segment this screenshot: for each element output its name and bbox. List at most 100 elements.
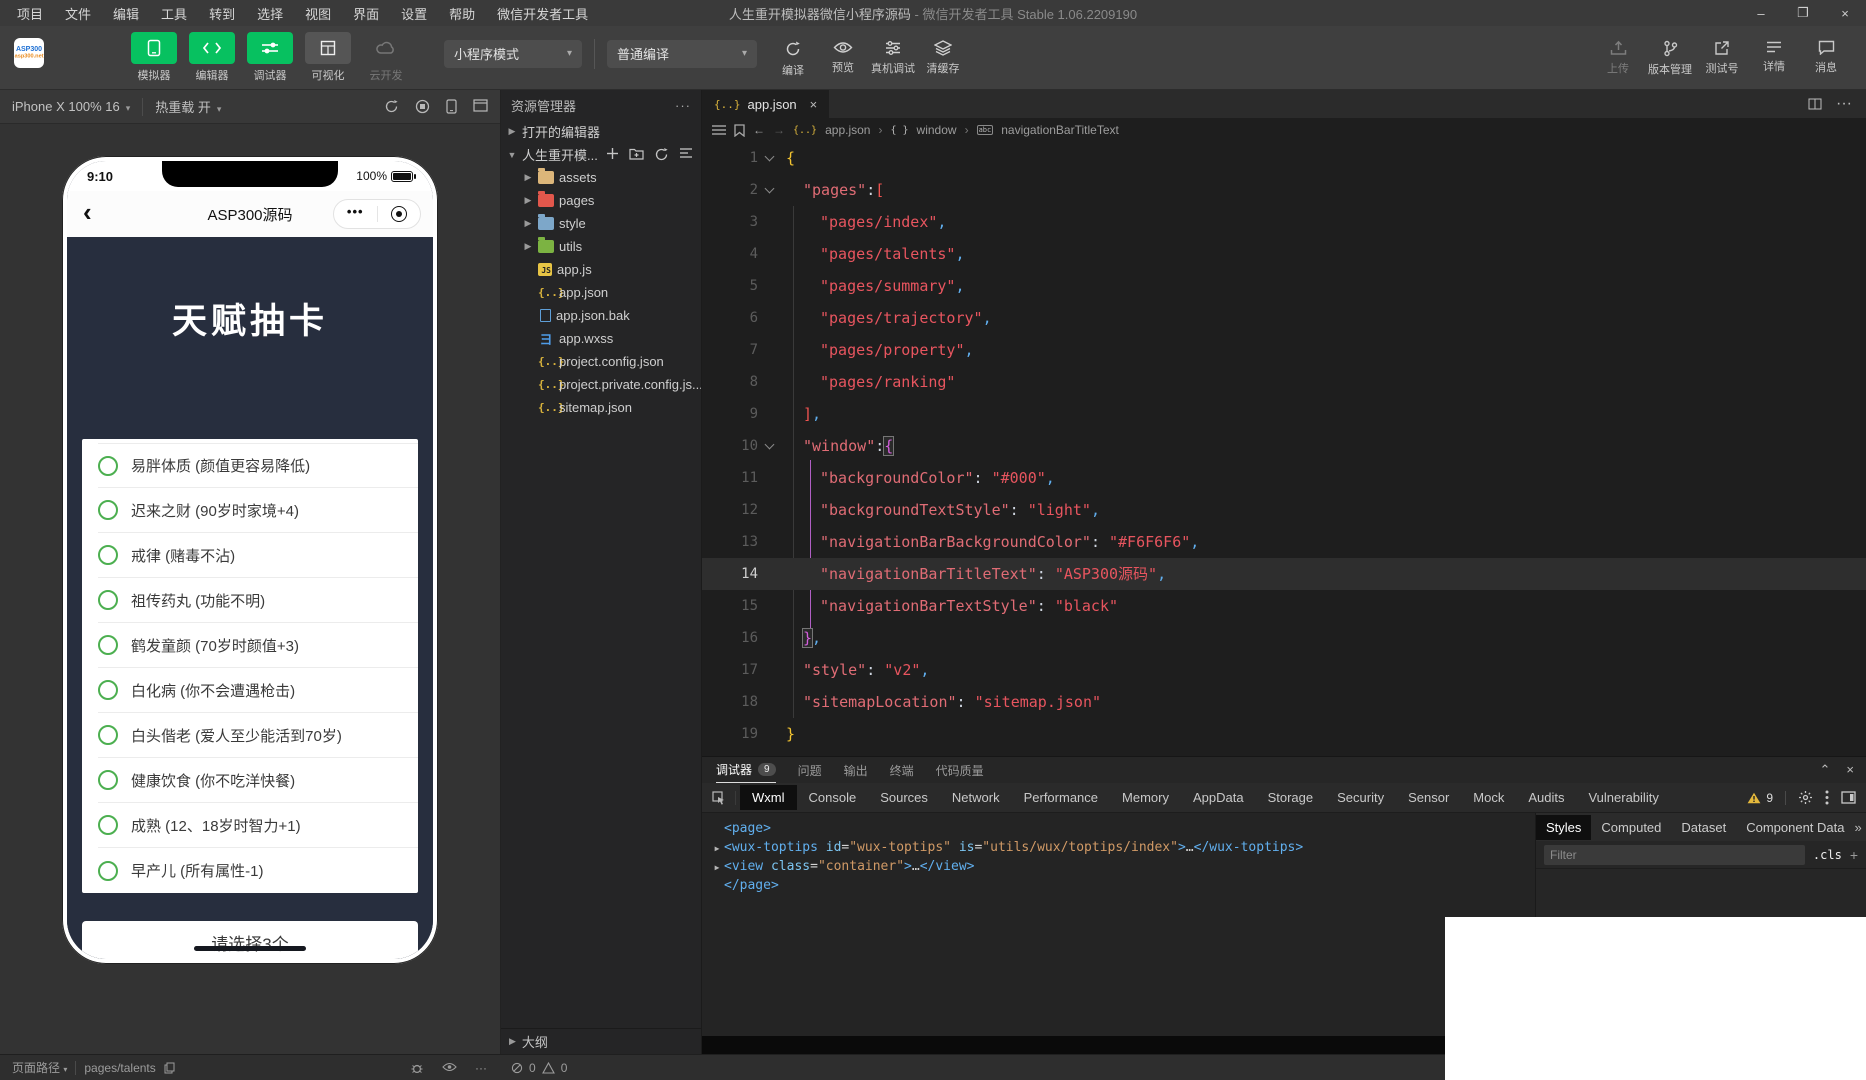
action-清缓存[interactable]: 清缓存 — [921, 38, 965, 78]
radio-icon[interactable] — [98, 725, 118, 745]
talent-option[interactable]: 鹤发童颜 (70岁时颜值+3) — [98, 623, 418, 668]
tab-app-json[interactable]: {..} app.json × — [702, 90, 829, 118]
subtab-Sensor[interactable]: Sensor — [1396, 785, 1461, 810]
styles-tab-Styles[interactable]: Styles — [1536, 815, 1591, 840]
talent-option[interactable]: 迟来之财 (90岁时家境+4) — [98, 488, 418, 533]
filter-input[interactable] — [1544, 845, 1805, 865]
menu-item-5[interactable]: 转到 — [200, 2, 244, 25]
tree-item-app.json.bak[interactable]: app.json.bak — [501, 304, 701, 327]
gear-icon[interactable] — [1798, 790, 1813, 805]
tree-item-app.json[interactable]: {..}app.json — [501, 281, 701, 304]
talent-option[interactable]: 白头偕老 (爱人至少能活到70岁) — [98, 713, 418, 758]
bug-icon[interactable] — [410, 1061, 424, 1075]
debugger-tab-代码质量[interactable]: 代码质量 — [936, 762, 984, 779]
talent-option[interactable]: 白化病 (你不会遭遇枪击) — [98, 668, 418, 713]
radio-icon[interactable] — [98, 590, 118, 610]
radio-icon[interactable] — [98, 500, 118, 520]
radio-icon[interactable] — [98, 456, 118, 476]
code-line-12[interactable]: 12"backgroundTextStyle": "light", — [702, 494, 1866, 526]
wxml-node[interactable]: ▶<view class="container">…</view> — [710, 857, 1535, 876]
subtab-AppData[interactable]: AppData — [1181, 785, 1256, 810]
split-editor-icon[interactable] — [1808, 97, 1822, 111]
talent-option[interactable]: 成熟 (12、18岁时智力+1) — [98, 803, 418, 848]
code-line-5[interactable]: 5"pages/summary", — [702, 270, 1866, 302]
debugger-tab-输出[interactable]: 输出 — [844, 762, 868, 779]
code-line-11[interactable]: 11"backgroundColor": "#000", — [702, 462, 1866, 494]
code-line-19[interactable]: 19} — [702, 718, 1866, 750]
kebab-icon[interactable] — [1825, 790, 1829, 805]
fold-chevron-icon[interactable] — [765, 152, 775, 162]
subtab-Mock[interactable]: Mock — [1461, 785, 1516, 810]
forward-arrow-icon[interactable]: → — [773, 123, 785, 137]
code-line-8[interactable]: 8"pages/ranking" — [702, 366, 1866, 398]
toolbar-button-模拟器[interactable]: 模拟器 — [130, 32, 178, 83]
bookmark-icon[interactable] — [734, 124, 745, 137]
project-section[interactable]: ▼ 人生重开模... — [501, 143, 701, 166]
tree-item-pages[interactable]: ▶pages — [501, 189, 701, 212]
breadcrumb-file[interactable]: app.json — [825, 123, 870, 137]
expand-arrow-icon[interactable]: ▶ — [710, 857, 724, 876]
radio-icon[interactable] — [98, 545, 118, 565]
close-icon[interactable]: × — [1846, 762, 1854, 778]
code-line-6[interactable]: 6"pages/trajectory", — [702, 302, 1866, 334]
inspect-cursor-icon[interactable] — [702, 791, 736, 805]
device-select[interactable]: iPhone X 100% 16▾ — [12, 99, 130, 114]
breadcrumb-leaf[interactable]: navigationBarTitleText — [1001, 123, 1119, 137]
refresh-icon[interactable] — [384, 99, 399, 114]
tree-item-app.js[interactable]: JSapp.js — [501, 258, 701, 281]
warning-indicator[interactable]: 9 — [1747, 791, 1773, 805]
refresh-icon[interactable] — [654, 147, 669, 162]
menu-item-4[interactable]: 工具 — [152, 2, 196, 25]
new-window-icon[interactable] — [473, 99, 488, 114]
debugger-tab-调试器[interactable]: 调试器9 — [716, 757, 776, 783]
action-上传[interactable]: 上传 — [1596, 38, 1640, 77]
debugger-tab-问题[interactable]: 问题 — [798, 762, 822, 779]
menu-item-3[interactable]: 编辑 — [104, 2, 148, 25]
collapse-chevron-icon[interactable]: ⌃ — [1820, 762, 1831, 778]
pick-three-button[interactable]: 请选择3个 — [82, 921, 418, 959]
record-icon[interactable] — [415, 99, 430, 114]
code-line-10[interactable]: 10"window":{ — [702, 430, 1866, 462]
talent-option[interactable]: 戒律 (赌毒不沾) — [98, 533, 418, 578]
close-tab-icon[interactable]: × — [810, 97, 818, 112]
styles-tab-Computed[interactable]: Computed — [1591, 815, 1671, 840]
action-测试号[interactable]: 测试号 — [1700, 38, 1744, 77]
wxml-tree[interactable]: <page>▶<wux-toptips id="wux-toptips" is=… — [702, 813, 1535, 1036]
subtab-Sources[interactable]: Sources — [868, 785, 940, 810]
subtab-Performance[interactable]: Performance — [1012, 785, 1110, 810]
code-line-18[interactable]: 18"sitemapLocation": "sitemap.json" — [702, 686, 1866, 718]
fold-chevron-icon[interactable] — [765, 440, 775, 450]
code-line-15[interactable]: 15"navigationBarTextStyle": "black" — [702, 590, 1866, 622]
action-版本管理[interactable]: 版本管理 — [1648, 38, 1692, 77]
tree-item-project.config.json[interactable]: {..}project.config.json — [501, 350, 701, 373]
wxml-node[interactable]: </page> — [710, 876, 1535, 895]
code-editor[interactable]: 1{2"pages":[3"pages/index",4"pages/talen… — [702, 142, 1866, 756]
maximize-button[interactable]: ❐ — [1782, 0, 1824, 26]
toolbar-button-可视化[interactable]: 可视化 — [304, 32, 352, 83]
subtab-Security[interactable]: Security — [1325, 785, 1396, 810]
expand-arrow-icon[interactable]: ▶ — [710, 838, 724, 857]
wxml-node[interactable]: <page> — [710, 819, 1535, 838]
mode-select[interactable]: 小程序模式▾ — [444, 40, 582, 68]
menu-item-1[interactable]: 项目 — [8, 2, 52, 25]
styles-tab-Component Data[interactable]: Component Data — [1736, 815, 1854, 840]
menu-item-6[interactable]: 选择 — [248, 2, 292, 25]
radio-icon[interactable] — [98, 635, 118, 655]
radio-icon[interactable] — [98, 680, 118, 700]
code-line-4[interactable]: 4"pages/talents", — [702, 238, 1866, 270]
menu-item-8[interactable]: 界面 — [344, 2, 388, 25]
tree-item-style[interactable]: ▶style — [501, 212, 701, 235]
close-capsule-button[interactable] — [378, 206, 421, 222]
action-消息[interactable]: 消息 — [1804, 38, 1848, 77]
wxml-node[interactable]: ▶<wux-toptips id="wux-toptips" is="utils… — [710, 838, 1535, 857]
back-arrow-icon[interactable]: ← — [753, 123, 765, 137]
dock-icon[interactable] — [1841, 791, 1856, 804]
more-tabs-icon[interactable]: » — [1854, 820, 1866, 835]
toolbar-button-编辑器[interactable]: 编辑器 — [188, 32, 236, 83]
device-icon[interactable] — [446, 99, 457, 114]
menu-item-11[interactable]: 微信开发者工具 — [488, 2, 597, 25]
new-folder-icon[interactable] — [629, 147, 644, 162]
more-icon[interactable]: ··· — [475, 1061, 487, 1075]
code-line-3[interactable]: 3"pages/index", — [702, 206, 1866, 238]
code-line-2[interactable]: 2"pages":[ — [702, 174, 1866, 206]
